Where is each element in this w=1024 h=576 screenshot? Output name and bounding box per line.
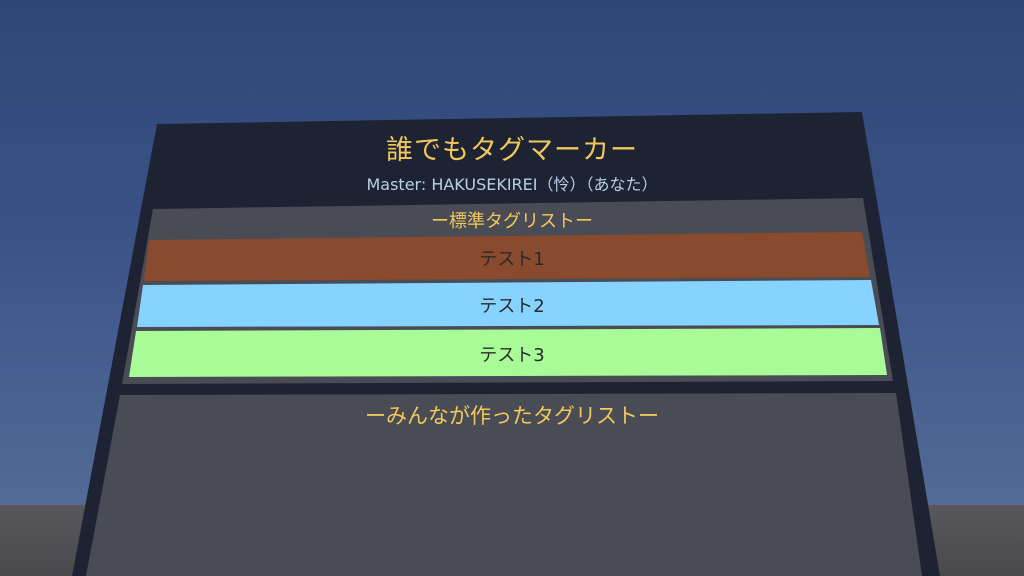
master-label: Master: HAKUSEKIREI（怜）（あなた） <box>366 175 658 194</box>
standard-tag-list-title: ー標準タグリストー <box>431 211 593 232</box>
user-tag-list-title: ーみんなが作ったタグリストー <box>365 404 659 428</box>
tag-label-test3: テスト3 <box>479 345 545 366</box>
tag-label-test2: テスト2 <box>479 296 545 317</box>
panel-title: 誰でもタグマーカー <box>386 135 638 166</box>
tag-label-test1: テスト1 <box>479 249 545 270</box>
